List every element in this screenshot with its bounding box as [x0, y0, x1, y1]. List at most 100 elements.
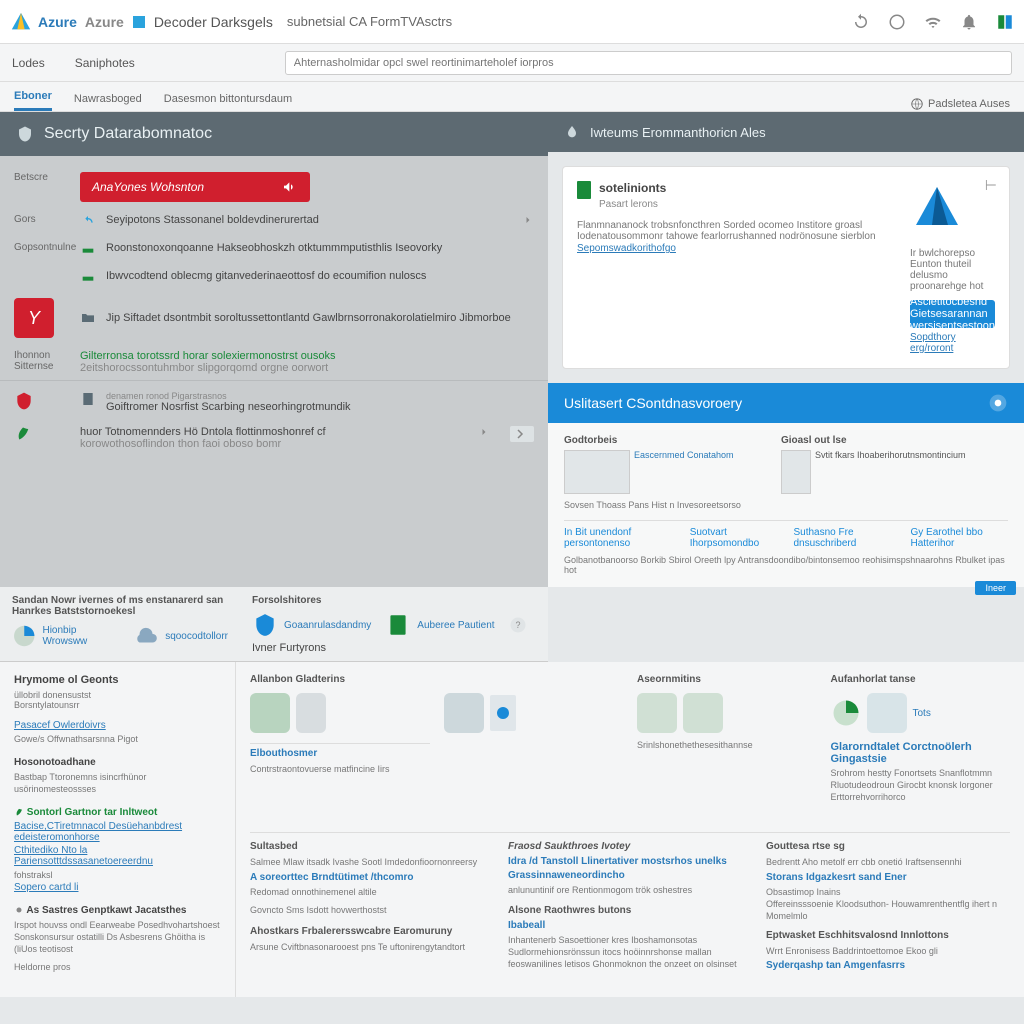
dot-icon: [14, 905, 24, 915]
refresh-small-icon: [80, 214, 96, 230]
tab-2[interactable]: Nawrasboged: [74, 93, 142, 111]
sidebar-link[interactable]: Sopero cartd li: [14, 882, 221, 893]
shield-red-icon: [14, 391, 34, 411]
discovery-col-2: Gioasl out lse Svtit fkars Ihoaberihorut…: [781, 435, 966, 510]
discovery-body: Godtorbeis Eascernmed Conatahom Sovsen T…: [548, 423, 1024, 587]
discovery-header: Uslitasert CSontdnasvoroery: [548, 383, 1024, 423]
brand-text-1: Azure: [38, 14, 77, 30]
thumbnail[interactable]: [781, 450, 811, 494]
badge[interactable]: Ineer: [975, 581, 1016, 595]
alert-row: Betscre AnaYones Wohsnton: [0, 166, 548, 208]
sidebar-link[interactable]: Cthitediko Nto la Pariensotttdssasanetoe…: [14, 845, 221, 867]
circle-icon[interactable]: [888, 13, 906, 31]
sec-row-4[interactable]: Y Jip Siftadet dsontmbit soroltussettont…: [0, 292, 548, 344]
folder-icon: [80, 310, 96, 326]
azure-badge-icon: [910, 181, 964, 235]
export-icon[interactable]: [510, 426, 534, 442]
bell-icon[interactable]: [960, 13, 978, 31]
disc-tab-1[interactable]: In Bit unendonf persontonenso: [564, 527, 676, 549]
sidebar-link[interactable]: Bacise,CTiretmnacol Desüehanbdrest edeis…: [14, 821, 221, 843]
grid-card-4: Aufanhorlat tanse Tots Glarorndtalet Cor…: [831, 674, 1011, 814]
grid-card-3: Aseornmitins Srinlshonethethesesithannse: [637, 674, 817, 814]
disc-tab-4[interactable]: Gy Earothel bbo Hatterihor: [910, 527, 1008, 549]
left-column: Hrymome ol Geonts üllobril donensuststBo…: [0, 662, 236, 997]
left-group-4: As Sastres Genptkawt Jacatsthes Irspot h…: [14, 905, 221, 974]
shield-icon: [16, 125, 34, 143]
azure-logo-icon: [10, 11, 32, 33]
left-group-3: Sontorl Gartnor tar Inltweot Bacise,CTir…: [14, 807, 221, 892]
sidebar-link[interactable]: Pasacef Owlerdoivrs: [14, 720, 221, 731]
discovery-col-1: Godtorbeis Eascernmed Conatahom Sovsen T…: [564, 435, 741, 510]
disc-tab-3[interactable]: Suthasno Fre dnsuschriberd: [793, 527, 896, 549]
bar-green-icon: [80, 270, 96, 286]
red-tile-icon: Y: [14, 298, 54, 338]
wifi-icon[interactable]: [924, 13, 942, 31]
mini-card-2[interactable]: sqoocodtollorr: [133, 623, 228, 649]
recommendation-card: ⊢ sotelinionts Pasart lerons Flanmnanano…: [562, 166, 1010, 369]
section-link[interactable]: Idra /d Tanstoll Llinertativer mostsrhos…: [508, 856, 752, 867]
grid-lower-section: Sultasbed Salmee Mlaw itsadk Ivashe Soot…: [250, 832, 1010, 985]
discovery-tabs: In Bit unendonf persontonenso Suotvart I…: [564, 520, 1008, 549]
mid-summary-strip: Sandan Nowr ivernes of ms enstanarerd sa…: [0, 586, 548, 662]
square-icon: [132, 15, 146, 29]
section-link[interactable]: Syderqashp tan Amgenfasrrs: [766, 960, 1010, 971]
brand-logo[interactable]: Azure: [10, 11, 77, 33]
sec-row-2[interactable]: Gopsontnulne Roonstonoxonqoanne Hakseobh…: [0, 236, 548, 264]
breadcrumb-bar: Lodes Saniphotes: [0, 44, 1024, 82]
section-link[interactable]: Storans Idgazkesrt sand Ener: [766, 872, 1010, 883]
help-icon[interactable]: ?: [509, 616, 527, 634]
sec-row-1[interactable]: Gors Seyipotons Stassonanel boldevdineru…: [0, 208, 548, 236]
shield-blue-icon: [252, 612, 278, 638]
app-icon[interactable]: [996, 13, 1014, 31]
card-link[interactable]: Glarorndtalet Corctnoölerh Gingastsie: [831, 741, 1011, 765]
search-input[interactable]: [285, 51, 1012, 75]
mini-card-3[interactable]: Goaanrulasdandmy: [252, 612, 371, 638]
section-link[interactable]: A soreorttec Brndtütimet /thcomro: [250, 872, 494, 883]
tab-overview[interactable]: Eboner: [14, 90, 52, 111]
mini-card-1[interactable]: Hionbip Wrowsww: [12, 623, 119, 649]
section-link[interactable]: Ibabeall: [508, 920, 752, 931]
pie-green-icon: [831, 698, 861, 728]
cloud-icon: [133, 623, 159, 649]
close-icon[interactable]: ⊢: [985, 177, 997, 194]
chevron-right-icon: [478, 426, 490, 438]
book-green-icon: [577, 181, 591, 199]
tabs-right-action[interactable]: Padsletea Auses: [910, 97, 1010, 111]
security-dashboard-body: Betscre AnaYones Wohsnton Gors Seyipoton…: [0, 156, 548, 466]
security-dashboard-panel: Secrty Datarabomnatoc Betscre AnaYones W…: [0, 112, 548, 587]
gear-circle-icon[interactable]: [988, 393, 1008, 413]
disc-tab-2[interactable]: Suotvart Ihorpsomondbo: [690, 527, 780, 549]
leaf-small-icon: [14, 808, 24, 818]
rec-link-2[interactable]: Sopdthory erg/roront: [910, 332, 995, 354]
sec-row-6[interactable]: denamen ronod Pigarstrasnos Goiftromer N…: [0, 380, 548, 420]
thumbnail[interactable]: [564, 450, 630, 494]
alert-button[interactable]: AnaYones Wohsnton: [80, 172, 310, 202]
sec-row-7[interactable]: huor Totnomennders Hö Dntola flottinmosh…: [0, 420, 548, 456]
tab-3[interactable]: Dasesmon bittontursdaum: [164, 93, 292, 111]
globe-icon: [910, 97, 924, 111]
recommendation-cta-button[interactable]: Ascietitocbesnd Gietsesarannan wersisent…: [910, 300, 995, 328]
refresh-icon[interactable]: [852, 13, 870, 31]
bar-green-icon: [80, 242, 96, 258]
mini-card-4[interactable]: Auberee Pautient: [385, 612, 494, 638]
doc-green-icon: [385, 612, 411, 638]
grid-card-1: Allanbon Gladterins Elbouthosmer Contrst…: [250, 674, 430, 814]
lower-content: Hrymome ol Geonts üllobril donensuststBo…: [0, 662, 1024, 997]
section-link[interactable]: Grassinnaweneordincho: [508, 870, 752, 881]
main-panels: Secrty Datarabomnatoc Betscre AnaYones W…: [0, 112, 1024, 587]
crumb-2[interactable]: Saniphotes: [75, 56, 135, 70]
doc-blue-icon: [490, 693, 516, 733]
recommendations-header: Iwteums Erommanthoricn Ales: [548, 112, 1024, 152]
left-group-2: Hosonotoadhane Bastbap Ttoronemns isincr…: [14, 757, 221, 795]
rec-link[interactable]: Sepomswadkorithofgo: [577, 243, 676, 254]
left-group-1: Pasacef Owlerdoivrs Gowe/s Offwnathsarsn…: [14, 720, 221, 745]
sec-row-3[interactable]: Ibwvcodtend oblecmg gitanvederinaeottosf…: [0, 264, 548, 292]
chevron-right-icon: [522, 214, 534, 226]
top-bar: Azure Azure Decoder Darksgels subnetsial…: [0, 0, 1024, 44]
crumb-1[interactable]: Lodes: [12, 56, 45, 70]
drop-icon: [564, 124, 580, 140]
mid-link[interactable]: Ivner Furtyrons: [252, 642, 536, 654]
sec-row-5[interactable]: Ihonnon Sitternse Gilterronsa torotssrd …: [0, 344, 548, 380]
svg-text:?: ?: [515, 620, 520, 630]
tabs-bar: Eboner Nawrasboged Dasesmon bittontursda…: [0, 82, 1024, 112]
